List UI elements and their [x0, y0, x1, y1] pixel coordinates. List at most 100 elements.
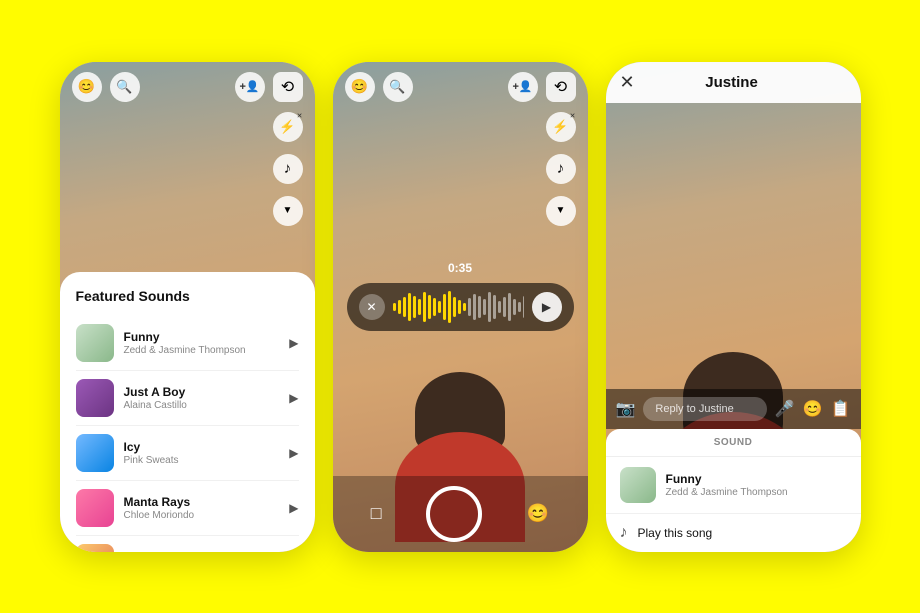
wave-bar — [398, 300, 401, 314]
flip-camera-icon-1[interactable]: ⟲ — [273, 72, 303, 102]
sound-thumb-3 — [76, 489, 114, 527]
search-icon-1[interactable]: 🔍 — [110, 72, 140, 102]
wave-bar — [468, 298, 471, 316]
sound-artist-1: Alaina Castillo — [124, 400, 280, 411]
recipient-name: Justine — [645, 74, 819, 91]
sound-name-0: Funny — [124, 330, 280, 344]
camera-icon-3[interactable]: 📷 — [616, 399, 636, 419]
popup-song-name: Funny — [666, 472, 788, 486]
wave-bar — [458, 300, 461, 314]
wave-bar — [418, 299, 421, 315]
wave-bar — [483, 299, 486, 315]
waveform-container: ✕ ▶ — [347, 283, 574, 331]
search-icon-2[interactable]: 🔍 — [383, 72, 413, 102]
wave-bar — [488, 292, 491, 322]
sound-popup: SOUND Funny Zedd & Jasmine Thompson ♪ Pl… — [606, 429, 861, 552]
top-bar-2: 😊 🔍 +👤 ⟲ — [333, 62, 588, 112]
flash-icon-2[interactable]: ⚡✕ — [546, 112, 576, 142]
wave-bar — [478, 296, 481, 318]
wave-bar — [428, 295, 431, 319]
flash-icon-1[interactable]: ⚡✕ — [273, 112, 303, 142]
top-bar-right-2: +👤 ⟲ — [508, 72, 576, 102]
wave-bar — [523, 296, 524, 318]
phone-2: 😊 🔍 +👤 ⟲ ⚡✕ ♪ ▼ 0:35 — [333, 62, 588, 552]
mic-icon-3[interactable]: 🎤 — [775, 399, 795, 419]
sound-list-item[interactable]: Can I Call You Tonight Dayglow ▶ — [76, 536, 299, 552]
play-arrow-0[interactable]: ▶ — [289, 336, 298, 350]
chevron-icon-2[interactable]: ▼ — [546, 196, 576, 226]
top-bar-3: ✕ Justine — [606, 62, 861, 103]
music-icon-1[interactable]: ♪ — [273, 154, 303, 184]
sound-popup-header: SOUND — [606, 429, 861, 457]
wave-bar — [413, 296, 416, 318]
top-bar-1: 😊 🔍 +👤 ⟲ — [60, 62, 315, 112]
sound-info-3: Manta Rays Chloe Moriondo — [124, 495, 280, 521]
sounds-panel: Featured Sounds Funny Zedd & Jasmine Tho… — [60, 272, 315, 552]
shutter-button-2[interactable] — [426, 486, 482, 542]
top-bar-left-1: 😊 🔍 — [72, 72, 140, 102]
sound-info-4: Can I Call You Tonight Dayglow — [124, 550, 280, 552]
emoji-icon-3[interactable]: 😊 — [803, 399, 823, 419]
add-friend-icon-1[interactable]: +👤 — [235, 72, 265, 102]
wave-bar — [503, 297, 506, 317]
wave-bar — [443, 294, 446, 320]
phone-3: ✕ Justine 📷 Reply to Justine 🎤 😊 📋 — [606, 62, 861, 552]
add-friend-icon-2[interactable]: +👤 — [508, 72, 538, 102]
sound-list-item[interactable]: Icy Pink Sweats ▶ — [76, 426, 299, 481]
camera-area-2: 😊 🔍 +👤 ⟲ ⚡✕ ♪ ▼ 0:35 — [333, 62, 588, 552]
sounds-list: Funny Zedd & Jasmine Thompson ▶ Just A B… — [76, 316, 299, 552]
sound-artist-3: Chloe Moriondo — [124, 510, 280, 521]
right-icons-1: ⚡✕ ♪ ▼ — [273, 112, 303, 226]
sound-popup-item: Funny Zedd & Jasmine Thompson — [606, 457, 861, 514]
emoji-icon-2[interactable]: 😊 — [527, 503, 549, 524]
avatar-icon-2[interactable]: 😊 — [345, 72, 375, 102]
sound-list-item[interactable]: Funny Zedd & Jasmine Thompson ▶ — [76, 316, 299, 371]
wave-bar — [453, 297, 456, 317]
flip-camera-icon-2[interactable]: ⟲ — [546, 72, 576, 102]
phone-1: 😊 🔍 +👤 ⟲ ⚡✕ ♪ — [60, 62, 315, 552]
wave-bar — [433, 298, 436, 316]
sound-info-2: Icy Pink Sweats — [124, 440, 280, 466]
avatar-icon-1[interactable]: 😊 — [72, 72, 102, 102]
play-arrow-2[interactable]: ▶ — [289, 446, 298, 460]
popup-song-artist: Zedd & Jasmine Thompson — [666, 487, 788, 498]
sound-artist-2: Pink Sweats — [124, 455, 280, 466]
waveform-time: 0:35 — [448, 261, 472, 275]
waveform-play-button[interactable]: ▶ — [532, 292, 562, 322]
top-bar-right-1: +👤 ⟲ — [235, 72, 303, 102]
wave-bar — [448, 291, 451, 323]
play-song-row[interactable]: ♪ Play this song — [606, 514, 861, 552]
waveform-cancel-button[interactable]: ✕ — [359, 294, 385, 320]
camera-area-3: ✕ Justine 📷 Reply to Justine 🎤 😊 📋 — [606, 62, 861, 552]
sound-info-1: Just A Boy Alaina Castillo — [124, 385, 280, 411]
wave-bar — [508, 293, 511, 321]
bottom-bar-2: □ 😊 — [333, 476, 588, 552]
close-button-3[interactable]: ✕ — [620, 72, 635, 93]
sound-list-item[interactable]: Just A Boy Alaina Castillo ▶ — [76, 371, 299, 426]
wave-bar — [408, 293, 411, 321]
sound-name-4: Can I Call You Tonight — [124, 550, 280, 552]
reply-input-row: 📷 Reply to Justine 🎤 😊 📋 — [606, 389, 861, 429]
sticker-icon-2[interactable]: □ — [371, 503, 382, 524]
waveform-bar: 0:35 ✕ ▶ — [333, 283, 588, 331]
sound-thumb-1 — [76, 379, 114, 417]
wave-bar — [423, 292, 426, 322]
sound-thumb-0 — [76, 324, 114, 362]
wave-bar — [493, 295, 496, 319]
sticker-icon-3[interactable]: 📋 — [831, 399, 851, 419]
sound-name-1: Just A Boy — [124, 385, 280, 399]
top-bar-left-2: 😊 🔍 — [345, 72, 413, 102]
wave-bar — [403, 297, 406, 317]
sound-popup-info: Funny Zedd & Jasmine Thompson — [666, 472, 788, 498]
wave-bar — [498, 301, 501, 313]
play-arrow-1[interactable]: ▶ — [289, 391, 298, 405]
chevron-icon-1[interactable]: ▼ — [273, 196, 303, 226]
reply-bar: 📷 Reply to Justine 🎤 😊 📋 SOUND — [606, 389, 861, 552]
reply-input-field[interactable]: Reply to Justine — [643, 397, 766, 421]
sound-list-item[interactable]: Manta Rays Chloe Moriondo ▶ — [76, 481, 299, 536]
play-arrow-3[interactable]: ▶ — [289, 501, 298, 515]
sound-name-3: Manta Rays — [124, 495, 280, 509]
music-icon-2[interactable]: ♪ — [546, 154, 576, 184]
waveform-visual — [393, 291, 524, 323]
sound-artist-0: Zedd & Jasmine Thompson — [124, 345, 280, 356]
